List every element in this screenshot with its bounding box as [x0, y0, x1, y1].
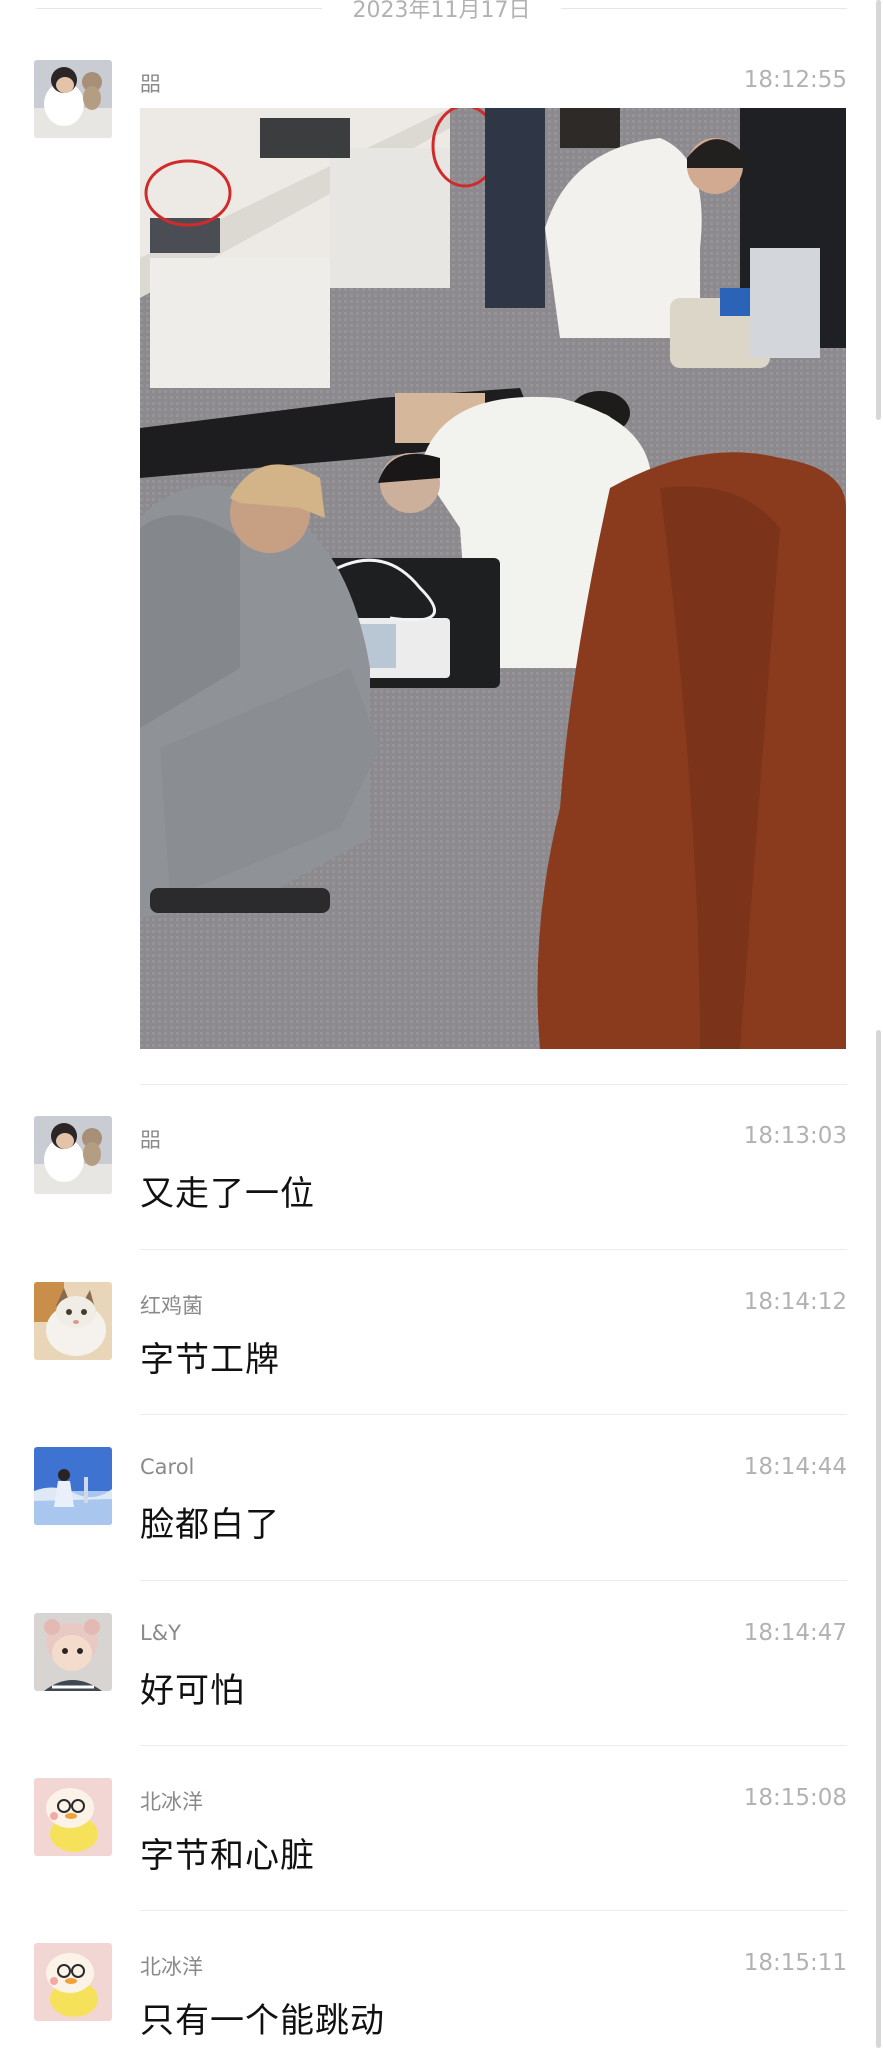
message-divider [140, 1910, 847, 1911]
date-separator-text: 2023年11月17日 [352, 0, 531, 23]
message-text: 字节和心脏 [140, 1836, 315, 1876]
avatar-boy-with-cat-icon [34, 1116, 112, 1194]
message-text: 又走了一位 [140, 1174, 315, 1214]
date-separator-line-left [36, 8, 322, 9]
scrollbar-track[interactable] [876, 0, 881, 420]
date-separator-line-right [561, 8, 847, 9]
message-text: 只有一个能跳动 [140, 2001, 385, 2041]
timestamp: 18:13:03 [743, 1123, 847, 1149]
avatar[interactable] [34, 1778, 112, 1856]
office-scene-image [140, 108, 846, 1049]
timestamp: 18:14:12 [743, 1289, 847, 1315]
message-text: 好可怕 [140, 1671, 245, 1711]
message-divider [140, 1745, 847, 1746]
message-image[interactable] [140, 108, 846, 1049]
avatar-cat-icon [34, 1282, 112, 1360]
sender-name: 㗊 [140, 1128, 161, 1152]
scrollbar-thumb[interactable] [876, 1030, 881, 2048]
message-divider [140, 1580, 847, 1581]
sender-name: 红鸡菌 [140, 1294, 203, 1318]
sender-name: 北冰洋 [140, 1955, 203, 1979]
avatar[interactable] [34, 60, 112, 138]
message-divider [140, 1414, 847, 1415]
avatar[interactable] [34, 1943, 112, 2021]
sender-name: L&Y [140, 1621, 181, 1645]
timestamp: 18:14:44 [743, 1454, 847, 1480]
avatar[interactable] [34, 1282, 112, 1360]
avatar-yellow-duck-icon [34, 1943, 112, 2021]
avatar-girl-sky-icon [34, 1447, 112, 1525]
date-separator: 2023年11月17日 [0, 0, 883, 24]
avatar-boy-with-cat-icon [34, 60, 112, 138]
sender-name: Carol [140, 1455, 195, 1479]
avatar[interactable] [34, 1613, 112, 1691]
timestamp: 18:14:47 [743, 1620, 847, 1646]
message-divider [140, 1084, 847, 1085]
avatar[interactable] [34, 1116, 112, 1194]
timestamp: 18:15:08 [743, 1785, 847, 1811]
avatar-baby-icon [34, 1613, 112, 1691]
sender-name: 㗊 [140, 72, 161, 96]
message-text: 字节工牌 [140, 1340, 280, 1380]
timestamp: 18:15:11 [743, 1950, 847, 1976]
message-divider [140, 1249, 847, 1250]
sender-name: 北冰洋 [140, 1790, 203, 1814]
avatar[interactable] [34, 1447, 112, 1525]
message-text: 脸都白了 [140, 1505, 280, 1545]
avatar-yellow-duck-icon [34, 1778, 112, 1856]
timestamp: 18:12:55 [743, 67, 847, 93]
